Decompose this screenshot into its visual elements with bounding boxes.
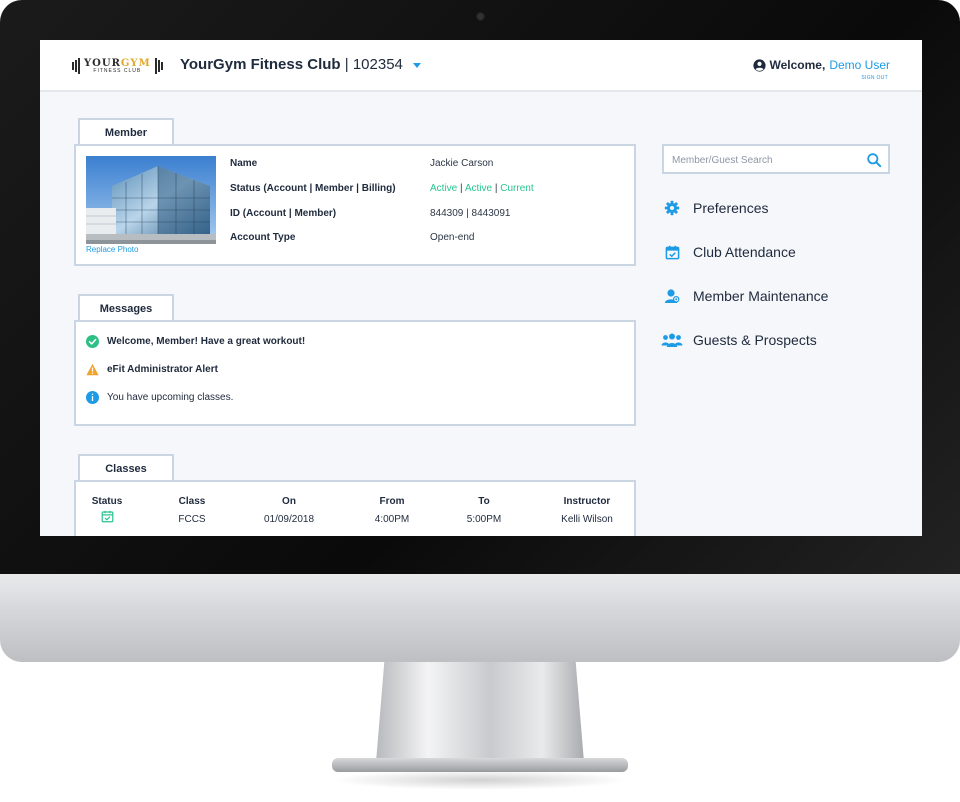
- calendar-check-icon: [660, 241, 684, 263]
- member-photo[interactable]: [86, 156, 216, 244]
- monitor-stand: [376, 662, 584, 762]
- member-maintenance-icon: [660, 285, 684, 307]
- column-header-instructor[interactable]: Instructor: [542, 496, 632, 507]
- account-status: Active: [430, 183, 458, 194]
- welcome-area: Welcome, Demo User: [752, 58, 890, 72]
- camera-icon: [476, 12, 485, 21]
- status-value: Active | Active | Current: [430, 183, 534, 194]
- check-circle-icon: [86, 335, 99, 348]
- message-item[interactable]: Welcome, Member! Have a great workout!: [86, 335, 305, 348]
- message-text: You have upcoming classes.: [107, 392, 234, 403]
- sidebar-item-label: Member Maintenance: [693, 288, 829, 304]
- member-panel: Replace Photo Name Jackie Carson Status …: [74, 144, 636, 266]
- sidebar-item-label: Club Attendance: [693, 244, 796, 260]
- column-header-status[interactable]: Status: [78, 496, 136, 507]
- club-selector[interactable]: YourGym Fitness Club | 102354: [180, 56, 422, 73]
- dumbbell-right-icon: [154, 58, 163, 74]
- message-item[interactable]: eFit Administrator Alert: [86, 363, 218, 376]
- sidebar-item-guests-prospects[interactable]: Guests & Prospects: [660, 329, 817, 351]
- logo-wordmark: YOURGYM: [84, 57, 151, 69]
- replace-photo-link[interactable]: Replace Photo: [86, 245, 138, 254]
- tab-member[interactable]: Member: [78, 118, 174, 146]
- column-header-from[interactable]: From: [358, 496, 426, 507]
- dumbbell-left-icon: [72, 58, 80, 74]
- message-text: Welcome, Member! Have a great workout!: [107, 336, 306, 347]
- monitor-chin: [0, 574, 960, 662]
- gear-icon: [660, 197, 684, 219]
- club-id: 102354: [352, 56, 403, 73]
- column-header-to[interactable]: To: [450, 496, 518, 507]
- messages-panel: Welcome, Member! Have a great workout! e…: [74, 320, 636, 426]
- sidebar-item-preferences[interactable]: Preferences: [660, 197, 768, 219]
- column-header-class[interactable]: Class: [162, 496, 222, 507]
- tab-classes[interactable]: Classes: [78, 454, 174, 482]
- member-guest-search: [662, 144, 890, 174]
- class-from: 4:00PM: [374, 514, 410, 525]
- logo-subtitle: FITNESS CLUB: [93, 67, 142, 74]
- class-instructor: Kelli Wilson: [561, 514, 613, 525]
- class-date: 01/09/2018: [263, 514, 315, 525]
- club-separator: |: [344, 56, 349, 73]
- users-group-icon: [660, 329, 684, 351]
- monitor-shadow: [330, 770, 630, 790]
- message-text: eFit Administrator Alert: [107, 364, 218, 375]
- search-icon[interactable]: [866, 152, 882, 168]
- account-type-label: Account Type: [230, 232, 296, 243]
- name-value: Jackie Carson: [430, 158, 494, 169]
- sidebar-item-label: Preferences: [693, 200, 769, 216]
- status-label: Status (Account | Member | Billing): [230, 183, 396, 194]
- welcome-label: Welcome,: [769, 58, 826, 72]
- user-circle-icon[interactable]: [752, 58, 766, 72]
- column-header-on[interactable]: On: [254, 496, 324, 507]
- tab-messages[interactable]: Messages: [78, 294, 174, 322]
- sidebar-item-label: Guests & Prospects: [693, 332, 817, 348]
- caret-down-icon[interactable]: [413, 62, 422, 68]
- name-label: Name: [230, 158, 258, 169]
- account-type-value: Open-end: [430, 232, 475, 243]
- user-name-link[interactable]: Demo User: [829, 58, 890, 72]
- app-screen: YOURGYM FITNESS CLUB YourGym Fitness Clu…: [40, 40, 922, 536]
- class-to: 5:00PM: [466, 514, 502, 525]
- sidebar-item-member-maintenance[interactable]: Member Maintenance: [660, 285, 828, 307]
- classes-panel: Status Class On From To Instructor FCCS …: [74, 480, 636, 536]
- message-item[interactable]: You have upcoming classes.: [86, 391, 233, 404]
- id-label: ID (Account | Member): [230, 208, 337, 219]
- calendar-check-icon: [98, 510, 116, 526]
- warning-icon: [86, 363, 99, 376]
- sidebar-item-club-attendance[interactable]: Club Attendance: [660, 241, 796, 263]
- top-bar: YOURGYM FITNESS CLUB YourGym Fitness Clu…: [40, 40, 922, 92]
- search-input[interactable]: [672, 152, 858, 168]
- id-value: 844309 | 8443091: [430, 208, 511, 219]
- gym-logo[interactable]: YOURGYM FITNESS CLUB: [72, 54, 168, 78]
- info-circle-icon: [86, 391, 99, 404]
- club-name: YourGym Fitness Club: [180, 56, 341, 73]
- billing-status: Current: [500, 183, 534, 194]
- sign-out-link[interactable]: SIGN OUT: [861, 75, 888, 81]
- class-name: FCCS: [178, 514, 206, 525]
- member-status: Active: [464, 183, 493, 194]
